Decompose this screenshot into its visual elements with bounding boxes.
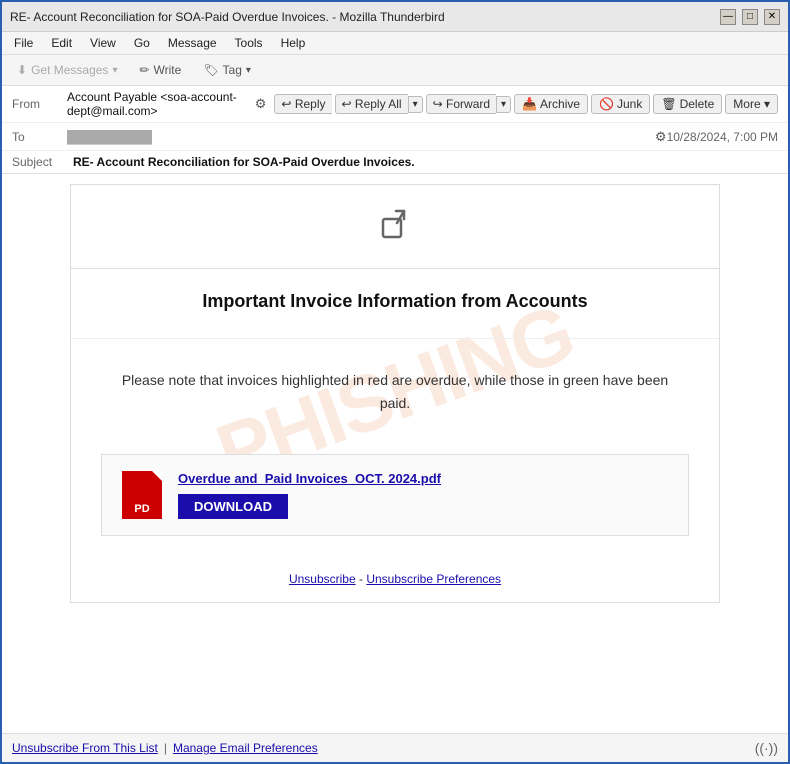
- menu-message[interactable]: Message: [160, 34, 225, 52]
- reply-all-label: Reply All: [355, 97, 402, 111]
- reply-button[interactable]: ↩ Reply: [274, 94, 331, 114]
- unsubscribe-preferences-link[interactable]: Unsubscribe Preferences: [366, 572, 501, 586]
- forward-arrow[interactable]: ▾: [496, 96, 511, 113]
- get-messages-arrow-icon: ▾: [112, 65, 117, 76]
- menu-tools[interactable]: Tools: [227, 34, 271, 52]
- reply-all-split-button: ↩ Reply All ▾: [335, 94, 423, 114]
- menu-file[interactable]: File: [6, 34, 41, 52]
- email-text-section: Please note that invoices highlighted in…: [71, 339, 719, 444]
- reply-split-button: ↩ Reply: [274, 94, 331, 114]
- unsubscribe-link[interactable]: Unsubscribe: [289, 572, 356, 586]
- more-label: More: [733, 97, 760, 111]
- manage-email-preferences-link[interactable]: Manage Email Preferences: [173, 741, 318, 755]
- title-bar: RE- Account Reconciliation for SOA-Paid …: [2, 2, 788, 32]
- write-label: Write: [154, 63, 182, 77]
- email-date: 10/28/2024, 7:00 PM: [667, 130, 778, 144]
- reply-all-icon: ↩: [342, 97, 352, 111]
- email-body-text: Please note that invoices highlighted in…: [111, 369, 679, 414]
- from-label: From: [12, 97, 67, 111]
- write-icon: ✏: [139, 63, 149, 77]
- subject-value: RE- Account Reconciliation for SOA-Paid …: [73, 155, 415, 169]
- forward-icon: ↪: [433, 97, 443, 111]
- email-inner: Important Invoice Information from Accou…: [71, 185, 719, 602]
- subject-row: Subject RE- Account Reconciliation for S…: [2, 151, 788, 173]
- signal-strength-icon: ((·)): [755, 740, 778, 756]
- to-settings-icon[interactable]: ⚙: [655, 129, 667, 145]
- maximize-button[interactable]: □: [742, 9, 758, 25]
- attachment-link[interactable]: Overdue and_Paid Invoices_OCT. 2024.pdf: [178, 471, 668, 486]
- subject-label: Subject: [12, 155, 67, 169]
- reply-label: Reply: [295, 97, 326, 111]
- reply-icon: ↩: [281, 97, 291, 111]
- menu-help[interactable]: Help: [273, 34, 314, 52]
- menu-go[interactable]: Go: [126, 34, 158, 52]
- email-headers: From Account Payable <soa-account-dept@m…: [2, 86, 788, 174]
- forward-button[interactable]: ↪ Forward: [426, 94, 496, 114]
- main-window: RE- Account Reconciliation for SOA-Paid …: [0, 0, 790, 764]
- delete-icon: 🗑: [661, 97, 676, 111]
- junk-label: Junk: [617, 97, 642, 111]
- email-heading: Important Invoice Information from Accou…: [71, 269, 719, 339]
- to-value: ██████████: [67, 130, 651, 144]
- junk-icon: 🚫: [599, 97, 614, 111]
- write-button[interactable]: ✏ Write: [130, 59, 190, 81]
- bottom-links: Unsubscribe From This List | Manage Emai…: [12, 741, 318, 755]
- forward-label: Forward: [446, 97, 490, 111]
- bottom-bar: Unsubscribe From This List | Manage Emai…: [2, 733, 788, 762]
- attachment-box: PD Overdue and_Paid Invoices_OCT. 2024.p…: [101, 454, 689, 536]
- bottom-separator: |: [164, 741, 167, 755]
- menu-view[interactable]: View: [82, 34, 124, 52]
- get-messages-button[interactable]: ⬇ Get Messages ▾: [8, 59, 126, 81]
- menu-edit[interactable]: Edit: [43, 34, 80, 52]
- share-icon-area: [71, 185, 719, 269]
- to-row: To ██████████ ⚙ 10/28/2024, 7:00 PM: [2, 123, 788, 151]
- tag-label: Tag: [223, 63, 242, 77]
- delete-label: Delete: [680, 97, 715, 111]
- more-arrow-icon: ▾: [764, 97, 770, 111]
- from-row: From Account Payable <soa-account-dept@m…: [2, 86, 788, 123]
- sender-settings-icon[interactable]: ⚙: [255, 96, 267, 112]
- email-heading-text: Important Invoice Information from Accou…: [101, 289, 689, 314]
- get-messages-label: Get Messages: [31, 63, 108, 77]
- archive-button[interactable]: 📥 Archive: [514, 94, 588, 114]
- pdf-icon-label: PD: [134, 503, 149, 515]
- forward-split-button: ↪ Forward ▾: [426, 94, 511, 114]
- to-label: To: [12, 130, 67, 144]
- menu-bar: File Edit View Go Message Tools Help: [2, 32, 788, 55]
- download-button[interactable]: DOWNLOAD: [178, 494, 288, 519]
- email-actions: ↩ Reply ↩ Reply All ▾ ↪ Forward: [274, 94, 778, 114]
- email-content: PHISHING Important Invoice Information f…: [70, 184, 720, 603]
- window-title: RE- Account Reconciliation for SOA-Paid …: [10, 10, 720, 24]
- email-footer: Unsubscribe - Unsubscribe Preferences: [71, 556, 719, 602]
- close-button[interactable]: ✕: [764, 9, 780, 25]
- share-icon: [375, 205, 415, 245]
- unsubscribe-list-link[interactable]: Unsubscribe From This List: [12, 741, 158, 755]
- reply-all-button[interactable]: ↩ Reply All: [335, 94, 408, 114]
- tag-arrow-icon: ▾: [246, 65, 251, 76]
- archive-label: Archive: [540, 97, 580, 111]
- from-value: Account Payable <soa-account-dept@mail.c…: [67, 90, 255, 118]
- delete-button[interactable]: 🗑 Delete: [653, 94, 722, 114]
- pdf-icon: PD: [122, 471, 162, 519]
- toolbar: ⬇ Get Messages ▾ ✏ Write 🏷 Tag ▾: [2, 55, 788, 86]
- tag-icon: 🏷: [203, 63, 218, 77]
- window-controls: — □ ✕: [720, 9, 780, 25]
- minimize-button[interactable]: —: [720, 9, 736, 25]
- junk-button[interactable]: 🚫 Junk: [591, 94, 650, 114]
- attachment-info: Overdue and_Paid Invoices_OCT. 2024.pdf …: [178, 471, 668, 519]
- tag-button[interactable]: 🏷 Tag ▾: [194, 59, 260, 81]
- archive-icon: 📥: [522, 97, 537, 111]
- reply-all-arrow[interactable]: ▾: [408, 96, 423, 113]
- email-body: PHISHING Important Invoice Information f…: [2, 174, 788, 733]
- get-messages-icon: ⬇: [17, 63, 27, 77]
- more-button[interactable]: More ▾: [725, 94, 778, 114]
